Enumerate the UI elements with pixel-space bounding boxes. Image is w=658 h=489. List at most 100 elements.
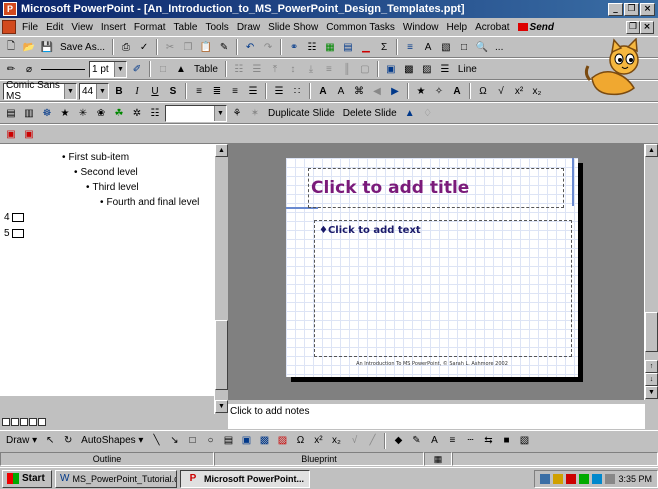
subscript-icon[interactable]: x₂ — [328, 433, 344, 449]
italic-button[interactable]: I — [129, 83, 145, 99]
animation-icon[interactable]: ⌘ — [351, 83, 367, 99]
insert-picture-icon[interactable]: ▣ — [383, 61, 399, 77]
wordart-icon[interactable]: ▣ — [238, 433, 254, 449]
move-up-icon[interactable]: ▲ — [402, 105, 418, 121]
outline-scrollbar[interactable]: ▲ ▼ — [214, 144, 228, 414]
body-placeholder[interactable]: ♦Click to add text — [314, 220, 572, 357]
transition-select[interactable]: ▼ — [165, 104, 227, 122]
align-bottom-icon[interactable]: ⤓ — [303, 61, 319, 77]
summary-slide-icon[interactable]: ☷ — [147, 105, 163, 121]
doc-restore-button[interactable]: ❐ — [626, 20, 640, 34]
shadow-button[interactable]: S — [165, 83, 181, 99]
equation-icon[interactable]: √ — [346, 433, 362, 449]
menu-table[interactable]: Table — [170, 22, 202, 33]
paste-icon[interactable]: 📋 — [198, 39, 214, 55]
powerpoint-icon[interactable]: P — [3, 2, 17, 16]
line-style-icon[interactable]: ☰ — [437, 61, 453, 77]
print-icon[interactable]: ⎙ — [118, 39, 134, 55]
binoculars-icon[interactable]: 🔍 — [474, 39, 490, 55]
menu-format[interactable]: Format — [130, 22, 170, 33]
shadow-icon[interactable]: ■ — [498, 433, 514, 449]
slide[interactable]: Click to add title ♦Click to add text An… — [286, 158, 578, 377]
tray-app-icon[interactable] — [579, 473, 590, 484]
align-right-icon[interactable]: ≡ — [227, 83, 243, 99]
border-icon[interactable]: □ — [155, 61, 171, 77]
spelling-icon[interactable]: ✓ — [136, 39, 152, 55]
star-icon[interactable]: ★ — [57, 105, 73, 121]
slide-show-button[interactable] — [38, 418, 46, 426]
web-toolbar-icon[interactable]: ☷ — [304, 39, 320, 55]
insert-table-icon[interactable]: ▤ — [340, 39, 356, 55]
preset-animation-icon[interactable]: ⚘ — [229, 105, 245, 121]
start-button[interactable]: Start — [2, 469, 52, 488]
show-formatting-icon[interactable]: A — [420, 39, 436, 55]
menu-send[interactable]: Send — [514, 22, 558, 33]
normal-view-button[interactable] — [2, 418, 10, 426]
network-icon[interactable] — [540, 473, 551, 484]
line-weight-select[interactable]: 1 pt ▼ — [89, 60, 127, 78]
oval-icon[interactable]: ○ — [202, 433, 218, 449]
expand-all-icon[interactable]: ≡ — [402, 39, 418, 55]
slide-scrollbar[interactable]: ▲ ↑ ↓ ▼ — [644, 144, 658, 400]
scroll-up-button[interactable]: ▲ — [645, 144, 658, 157]
doc-close-button[interactable]: × — [640, 20, 654, 34]
animation-preview-icon[interactable]: ✶ — [247, 105, 263, 121]
superscript-icon[interactable]: x² — [511, 83, 527, 99]
underline-button[interactable]: U — [147, 83, 163, 99]
cut-icon[interactable]: ✂ — [162, 39, 178, 55]
antivirus-icon[interactable] — [566, 473, 577, 484]
merge-cells-icon[interactable]: ☷ — [231, 61, 247, 77]
textbox-icon[interactable]: ▤ — [220, 433, 236, 449]
redo-icon[interactable]: ↷ — [260, 39, 276, 55]
eraser-icon[interactable]: ⌀ — [21, 61, 37, 77]
web-icon[interactable]: ☸ — [39, 105, 55, 121]
outline-view-button[interactable] — [11, 418, 19, 426]
menu-insert[interactable]: Insert — [97, 22, 130, 33]
split-cells-icon[interactable]: ☰ — [249, 61, 265, 77]
rehearse-icon[interactable]: ✲ — [129, 105, 145, 121]
pen-color-icon[interactable]: ✐ — [129, 61, 145, 77]
increase-font-icon[interactable]: A — [315, 83, 331, 99]
tables-borders-icon[interactable]: ▦ — [322, 39, 338, 55]
align-center-text-icon[interactable]: ≣ — [209, 83, 225, 99]
scroll-thumb[interactable] — [645, 312, 658, 352]
menu-view[interactable]: View — [67, 22, 97, 33]
bold-button[interactable]: B — [111, 83, 127, 99]
custom-animation-icon[interactable]: ❀ — [93, 105, 109, 121]
menu-help[interactable]: Help — [443, 22, 472, 33]
office-assistant-cat-icon[interactable] — [584, 38, 648, 102]
slide-view-button[interactable] — [20, 418, 28, 426]
align-top-icon[interactable]: ⤒ — [267, 61, 283, 77]
title-placeholder[interactable]: Click to add title — [308, 168, 564, 208]
line-style-icon[interactable]: ≡ — [444, 433, 460, 449]
insert-picture-icon[interactable]: ▨ — [274, 433, 290, 449]
image-control-icon[interactable]: ▩ — [401, 61, 417, 77]
messenger-icon[interactable] — [592, 473, 603, 484]
normal-view-icon[interactable]: ▤ — [3, 105, 19, 121]
promote-icon[interactable]: ◀ — [369, 83, 385, 99]
omega-icon[interactable]: Ω — [292, 433, 308, 449]
subscript-icon[interactable]: x₂ — [529, 83, 545, 99]
equation-icon[interactable]: √ — [493, 83, 509, 99]
undo-icon[interactable]: ↶ — [242, 39, 258, 55]
arrow-icon[interactable]: ↘ — [166, 433, 182, 449]
outline-bullet-2[interactable]: Second level — [74, 167, 138, 178]
menu-draw[interactable]: Draw — [233, 22, 264, 33]
menu-common-tasks[interactable]: Common Tasks — [322, 22, 399, 33]
outline-slide-5[interactable]: 5 — [4, 228, 24, 239]
insert-symbol-icon[interactable]: Ω — [475, 83, 491, 99]
more-buttons[interactable]: ... — [492, 39, 506, 56]
outline-bullet-3[interactable]: Third level — [86, 182, 139, 193]
pencil-icon[interactable]: ✏ — [3, 61, 19, 77]
clipart-icon[interactable]: ▩ — [256, 433, 272, 449]
open-icon[interactable]: 📂 — [21, 39, 37, 55]
move-down-icon[interactable]: ♢ — [420, 105, 436, 121]
line-icon[interactable]: ╲ — [148, 433, 164, 449]
justify-icon[interactable]: ☰ — [245, 83, 261, 99]
convert-and-email-icon[interactable]: ▣ — [21, 126, 37, 142]
volume-icon[interactable] — [553, 473, 564, 484]
scroll-thumb[interactable] — [215, 320, 228, 390]
sigma-icon[interactable]: Σ — [376, 39, 392, 55]
next-slide-button[interactable]: ↓ — [645, 373, 658, 386]
draw-menu-button[interactable]: Draw ▾ — [3, 432, 40, 449]
